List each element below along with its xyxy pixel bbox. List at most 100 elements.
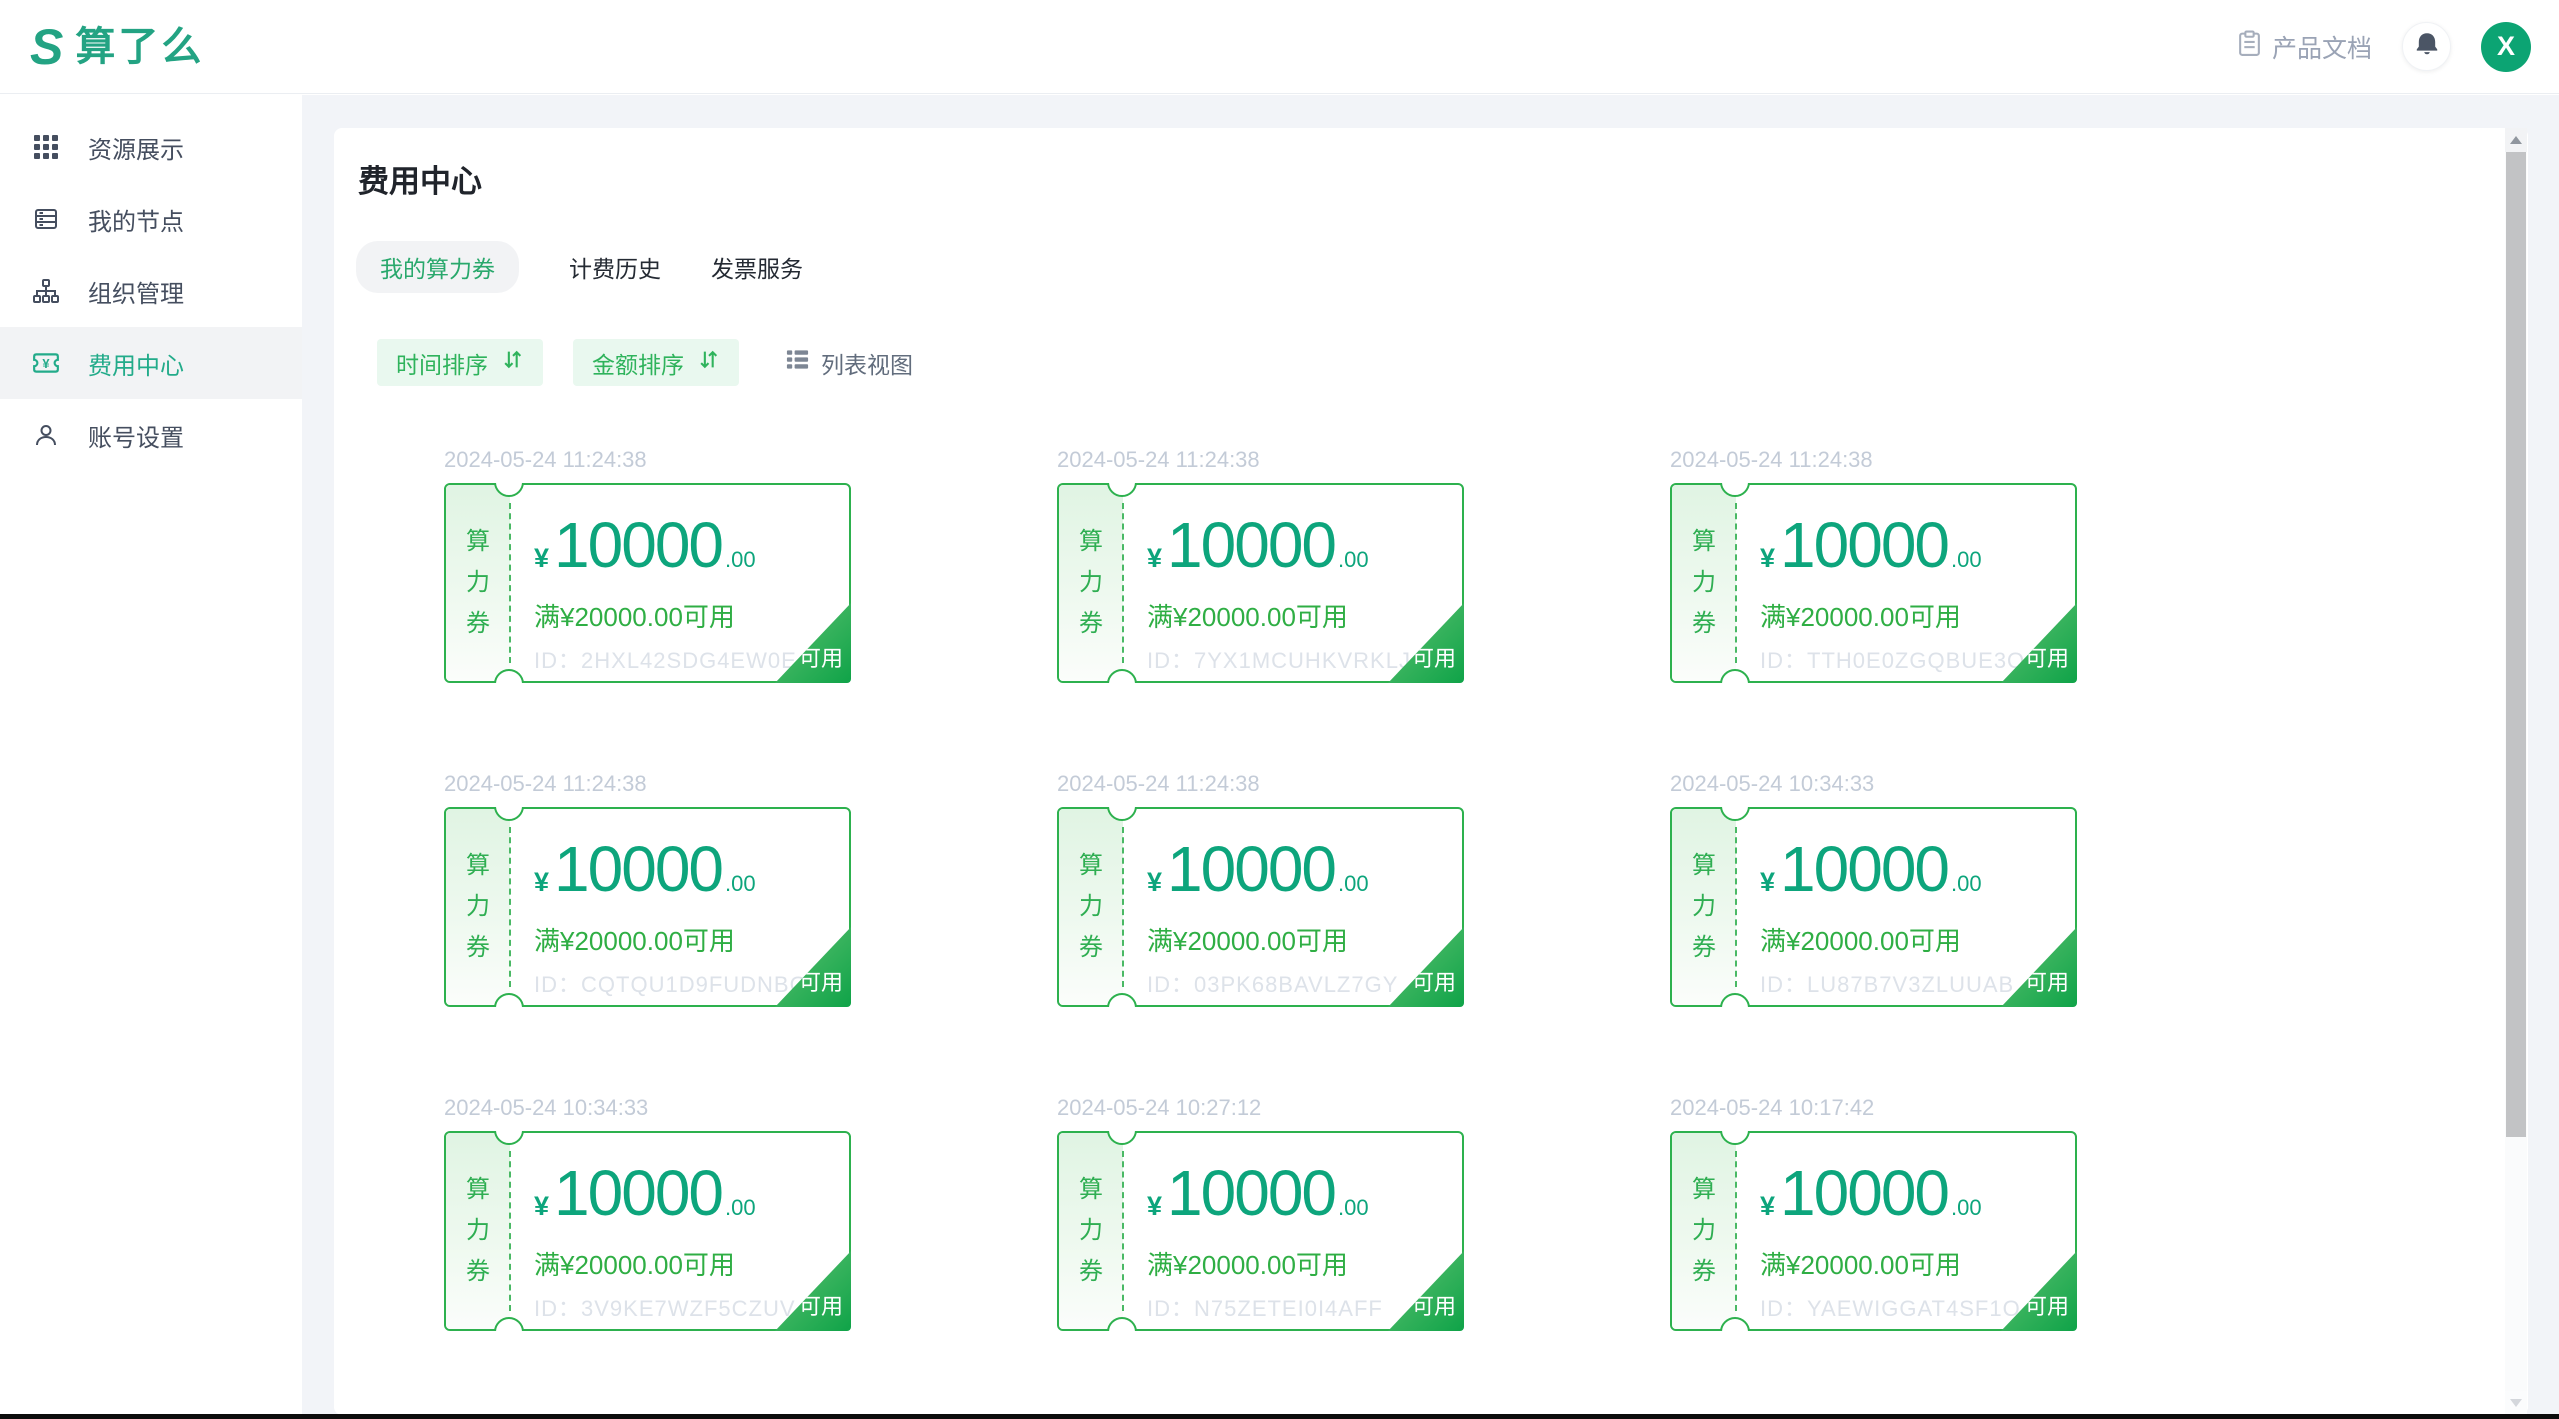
voucher-id: ID：03PK68BAVLZ7GY <box>1147 967 1398 999</box>
sidebar-item-label: 组织管理 <box>88 274 184 309</box>
voucher-amount: 10000 <box>1780 1161 1948 1225</box>
list-view-toggle[interactable]: 列表视图 <box>785 346 913 380</box>
voucher-stub-label: 算力券 <box>1059 485 1123 681</box>
voucher-amount: 10000 <box>554 837 722 901</box>
voucher-amount: 10000 <box>554 1161 722 1225</box>
voucher-card[interactable]: 算力券 ¥ 10000 .00 满¥20000.00可用 ID：2HXL42SD… <box>444 483 851 683</box>
sidebar-item-nodes[interactable]: 我的节点 <box>0 183 302 255</box>
currency-symbol: ¥ <box>1147 1191 1162 1222</box>
notifications-button[interactable] <box>2402 22 2451 71</box>
top-header: S 算了么 产品文档 X <box>0 0 2559 94</box>
voucher-amount-row: ¥ 10000 .00 <box>534 1161 756 1225</box>
bell-icon <box>2413 30 2441 63</box>
voucher-stub-label: 算力券 <box>1672 485 1736 681</box>
tabs: 我的算力券 计费历史 发票服务 <box>356 241 2528 293</box>
voucher-amount: 10000 <box>1780 513 1948 577</box>
notch-top <box>1107 1131 1139 1148</box>
list-view-label: 列表视图 <box>821 346 913 380</box>
scrollbar-down-button[interactable] <box>2505 1391 2527 1415</box>
voucher-body: ¥ 10000 .00 满¥20000.00可用 ID：2HXL42SDG4EW… <box>534 485 849 681</box>
notch-top <box>1107 483 1139 500</box>
voucher-dashed-divider <box>509 503 511 663</box>
notch-bottom <box>1720 1314 1752 1331</box>
voucher-body: ¥ 10000 .00 满¥20000.00可用 ID：03PK68BAVLZ7… <box>1147 809 1462 1005</box>
page-title: 费用中心 <box>358 156 2528 201</box>
currency-symbol: ¥ <box>1760 1191 1775 1222</box>
document-icon <box>2236 30 2263 64</box>
logo-mark: S <box>30 22 63 72</box>
voucher-stub-label: 算力券 <box>1672 1133 1736 1329</box>
voucher-amount-row: ¥ 10000 .00 <box>1147 837 1369 901</box>
sidebar-item-account-settings[interactable]: 账号设置 <box>0 399 302 471</box>
voucher-body: ¥ 10000 .00 满¥20000.00可用 ID：7YX1MCUHKVRK… <box>1147 485 1462 681</box>
voucher-amount-row: ¥ 10000 .00 <box>534 513 756 577</box>
notch-bottom <box>1720 990 1752 1007</box>
voucher-amount-decimal: .00 <box>1338 871 1369 897</box>
voucher-stub-label: 算力券 <box>446 809 510 1005</box>
voucher-amount: 10000 <box>1167 1161 1335 1225</box>
scrollbar-thumb[interactable] <box>2506 152 2526 1137</box>
voucher-amount-decimal: .00 <box>1951 871 1982 897</box>
tab-invoice-service[interactable]: 发票服务 <box>711 250 803 284</box>
voucher-ticket-icon: ¥ <box>32 349 60 377</box>
voucher-id: ID：TTH0E0ZGQBUE3Q <box>1760 643 2025 675</box>
notch-bottom <box>1107 1314 1139 1331</box>
currency-symbol: ¥ <box>534 543 549 574</box>
voucher-condition: 满¥20000.00可用 <box>1760 921 1961 958</box>
voucher-condition: 满¥20000.00可用 <box>1760 1245 1961 1282</box>
notch-top <box>1720 483 1752 500</box>
voucher-timestamp: 2024-05-24 10:34:33 <box>444 1096 851 1120</box>
voucher-card[interactable]: 算力券 ¥ 10000 .00 满¥20000.00可用 ID：03PK68BA… <box>1057 807 1464 1007</box>
voucher-id: ID：2HXL42SDG4EW0E <box>534 643 797 675</box>
voucher-amount-decimal: .00 <box>725 547 756 573</box>
voucher-amount-row: ¥ 10000 .00 <box>534 837 756 901</box>
voucher-timestamp: 2024-05-24 10:27:12 <box>1057 1096 1464 1120</box>
voucher-amount-decimal: .00 <box>725 871 756 897</box>
window-bottom-edge <box>0 1414 2559 1419</box>
currency-symbol: ¥ <box>1760 543 1775 574</box>
voucher-body: ¥ 10000 .00 满¥20000.00可用 ID：CQTQU1D9FUDN… <box>534 809 849 1005</box>
voucher-dashed-divider <box>1122 1151 1124 1311</box>
notch-bottom <box>494 1314 526 1331</box>
sidebar: 资源展示 我的节点 组织管理 ¥ 费用中心 <box>0 95 302 1414</box>
voucher-stub-label: 算力券 <box>446 485 510 681</box>
voucher-amount-row: ¥ 10000 .00 <box>1760 513 1982 577</box>
voucher-condition: 满¥20000.00可用 <box>1147 1245 1348 1282</box>
voucher-amount-decimal: .00 <box>725 1195 756 1221</box>
voucher-card[interactable]: 算力券 ¥ 10000 .00 满¥20000.00可用 ID：3V9KE7WZ… <box>444 1131 851 1331</box>
tab-billing-history[interactable]: 计费历史 <box>569 250 661 284</box>
tab-my-vouchers[interactable]: 我的算力券 <box>356 241 519 293</box>
voucher-card[interactable]: 算力券 ¥ 10000 .00 满¥20000.00可用 ID：TTH0E0ZG… <box>1670 483 2077 683</box>
voucher-id: ID：LU87B7V3ZLUUAB <box>1760 967 2014 999</box>
notch-bottom <box>1107 990 1139 1007</box>
voucher-card[interactable]: 算力券 ¥ 10000 .00 满¥20000.00可用 ID：LU87B7V3… <box>1670 807 2077 1007</box>
voucher-dashed-divider <box>1735 1151 1737 1311</box>
voucher-card[interactable]: 算力券 ¥ 10000 .00 满¥20000.00可用 ID：YAEWIGGA… <box>1670 1131 2077 1331</box>
app-logo[interactable]: S 算了么 <box>30 22 204 72</box>
sort-arrows-icon <box>501 348 524 377</box>
voucher-amount-row: ¥ 10000 .00 <box>1147 513 1369 577</box>
sidebar-item-organization[interactable]: 组织管理 <box>0 255 302 327</box>
sidebar-item-resources[interactable]: 资源展示 <box>0 111 302 183</box>
vertical-scrollbar[interactable] <box>2505 128 2527 1415</box>
sort-by-time-button[interactable]: 时间排序 <box>377 339 543 386</box>
voucher-cell: 2024-05-24 11:24:38 算力券 ¥ 10000 .00 满¥20… <box>444 772 851 1007</box>
user-avatar[interactable]: X <box>2481 22 2531 72</box>
voucher-timestamp: 2024-05-24 11:24:38 <box>1670 448 2077 472</box>
scrollbar-up-button[interactable] <box>2505 128 2527 152</box>
notch-bottom <box>494 990 526 1007</box>
voucher-amount: 10000 <box>1167 837 1335 901</box>
notch-top <box>494 1131 526 1148</box>
voucher-card[interactable]: 算力券 ¥ 10000 .00 满¥20000.00可用 ID：7YX1MCUH… <box>1057 483 1464 683</box>
voucher-body: ¥ 10000 .00 满¥20000.00可用 ID：N75ZETEI0I4A… <box>1147 1133 1462 1329</box>
sort-by-amount-button[interactable]: 金额排序 <box>573 339 739 386</box>
voucher-timestamp: 2024-05-24 11:24:38 <box>1057 772 1464 796</box>
sidebar-item-billing-center[interactable]: ¥ 费用中心 <box>0 327 302 399</box>
voucher-cell: 2024-05-24 10:27:12 算力券 ¥ 10000 .00 满¥20… <box>1057 1096 1464 1331</box>
product-docs-link[interactable]: 产品文档 <box>2236 29 2372 65</box>
voucher-card[interactable]: 算力券 ¥ 10000 .00 满¥20000.00可用 ID：N75ZETEI… <box>1057 1131 1464 1331</box>
voucher-amount: 10000 <box>1167 513 1335 577</box>
notch-bottom <box>1107 666 1139 683</box>
voucher-card[interactable]: 算力券 ¥ 10000 .00 满¥20000.00可用 ID：CQTQU1D9… <box>444 807 851 1007</box>
voucher-condition: 满¥20000.00可用 <box>1760 597 1961 634</box>
